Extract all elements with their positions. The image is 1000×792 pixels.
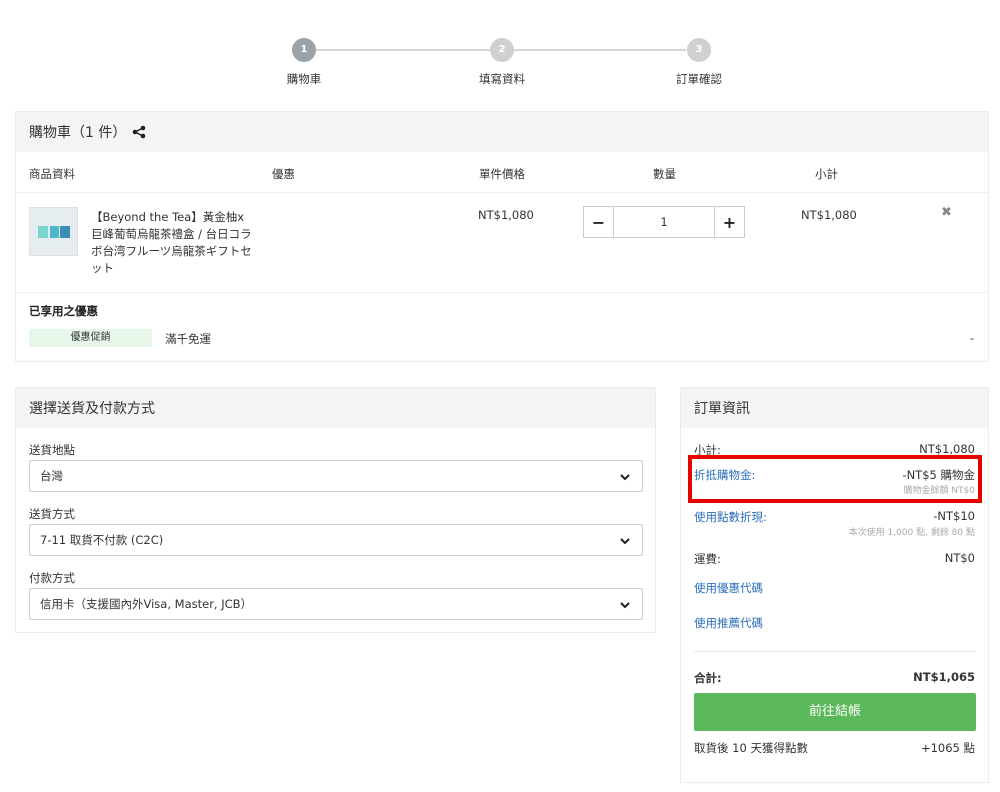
points-value: -NT$10 bbox=[933, 509, 975, 523]
cart-header: 購物車（1 件） bbox=[16, 112, 988, 152]
step-fill-info: 2 填寫資料 bbox=[452, 38, 552, 87]
delivery-location-value: 台灣 bbox=[40, 469, 63, 483]
coupon-code-link[interactable]: 使用優惠代碼 bbox=[694, 581, 763, 595]
checkout-button[interactable]: 前往結帳 bbox=[694, 693, 976, 731]
increase-quantity-button[interactable]: + bbox=[714, 207, 744, 237]
delivery-method-select[interactable]: 7-11 取貨不付款 (C2C) bbox=[29, 524, 643, 556]
delivery-method-value: 7-11 取貨不付款 (C2C) bbox=[40, 533, 164, 547]
col-product: 商品資料 bbox=[29, 167, 75, 181]
share-icon[interactable] bbox=[132, 125, 146, 139]
quantity-stepper: − 1 + bbox=[583, 206, 745, 238]
chevron-down-icon bbox=[620, 602, 630, 609]
item-subtotal: NT$1,080 bbox=[801, 208, 857, 222]
referral-code-link[interactable]: 使用推薦代碼 bbox=[694, 616, 763, 630]
step-number: 2 bbox=[490, 38, 514, 62]
col-price: 單件價格 bbox=[479, 167, 525, 181]
shipping-fee-row: 運費: NT$0 bbox=[694, 551, 975, 567]
order-summary-panel: 訂單資訊 小計: NT$1,080 折抵購物金: -NT$5 購物金 購物金餘額… bbox=[680, 387, 989, 783]
coupon-row: 使用優惠代碼 bbox=[694, 580, 975, 596]
total-value: NT$1,065 bbox=[913, 670, 975, 684]
step-label: 訂單確認 bbox=[676, 72, 722, 86]
earn-points-row: 取貨後 10 天獲得點數 +1065 點 bbox=[694, 740, 975, 756]
chevron-down-icon bbox=[620, 538, 630, 545]
earn-points-value: +1065 點 bbox=[920, 741, 975, 755]
divider bbox=[694, 651, 975, 652]
order-header: 訂單資訊 bbox=[681, 388, 988, 428]
points-note: 本次使用 1,000 點, 剩餘 80 點 bbox=[848, 528, 975, 538]
points-redeem-link[interactable]: 使用點數折現: bbox=[694, 510, 767, 524]
store-credit-link[interactable]: 折抵購物金: bbox=[694, 468, 755, 482]
store-credit-value: -NT$5 購物金 bbox=[902, 468, 975, 482]
payment-method-label: 付款方式 bbox=[29, 571, 75, 585]
promo-value: - bbox=[969, 331, 974, 345]
promo-name: 滿千免運 bbox=[165, 332, 211, 346]
subtotal-value: NT$1,080 bbox=[919, 442, 975, 456]
delivery-method-label: 送貨方式 bbox=[29, 507, 75, 521]
unit-price: NT$1,080 bbox=[478, 208, 534, 222]
cart-title: 購物車（1 件） bbox=[29, 125, 127, 141]
col-quantity: 數量 bbox=[653, 167, 676, 181]
shipping-title: 選擇送貨及付款方式 bbox=[29, 401, 155, 417]
total-label: 合計: bbox=[694, 671, 722, 685]
shipping-fee-value: NT$0 bbox=[944, 551, 975, 565]
quantity-input[interactable]: 1 bbox=[614, 207, 714, 237]
earn-points-label: 取貨後 10 天獲得點數 bbox=[694, 741, 808, 755]
applied-promotions-title: 已享用之優惠 bbox=[29, 304, 98, 318]
payment-method-select[interactable]: 信用卡（支援國內外Visa, Master, JCB） bbox=[29, 588, 643, 620]
decrease-quantity-button[interactable]: − bbox=[584, 207, 614, 237]
referral-row: 使用推薦代碼 bbox=[694, 615, 975, 631]
promo-badge: 優惠促銷 bbox=[29, 329, 152, 347]
delivery-location-select[interactable]: 台灣 bbox=[29, 460, 643, 492]
cart-column-headers: 商品資料 優惠 單件價格 數量 小計 bbox=[16, 152, 988, 193]
store-credit-row: 折抵購物金: -NT$5 購物金 購物金餘額 NT$0 bbox=[694, 467, 975, 497]
points-row: 使用點數折現: -NT$10 本次使用 1,000 點, 剩餘 80 點 bbox=[694, 509, 975, 539]
cart-item-row: 【Beyond the Tea】黃金柚x巨峰葡萄烏龍茶禮盒 / 台日コラボ台湾フ… bbox=[16, 193, 988, 293]
col-subtotal: 小計 bbox=[815, 167, 838, 181]
step-label: 購物車 bbox=[286, 72, 322, 86]
cart-panel: 購物車（1 件） 商品資料 優惠 單件價格 數量 小計 【Beyond the … bbox=[15, 111, 989, 362]
product-name[interactable]: 【Beyond the Tea】黃金柚x巨峰葡萄烏龍茶禮盒 / 台日コラボ台湾フ… bbox=[91, 209, 253, 277]
payment-method-value: 信用卡（支援國內外Visa, Master, JCB） bbox=[40, 597, 253, 611]
total-row: 合計: NT$1,065 bbox=[694, 670, 975, 686]
remove-item-icon[interactable]: ✖ bbox=[941, 205, 952, 220]
delivery-location-label: 送貨地點 bbox=[29, 443, 75, 457]
product-thumbnail[interactable] bbox=[29, 207, 78, 256]
chevron-down-icon bbox=[620, 474, 630, 481]
step-label: 填寫資料 bbox=[479, 72, 525, 86]
step-cart: 1 購物車 bbox=[254, 38, 354, 87]
order-title: 訂單資訊 bbox=[694, 401, 750, 417]
shipping-fee-label: 運費: bbox=[694, 552, 721, 566]
shipping-payment-panel: 選擇送貨及付款方式 送貨地點 台灣 送貨方式 7-11 取貨不付款 (C2C) … bbox=[15, 387, 656, 633]
step-confirm: 3 訂單確認 bbox=[649, 38, 749, 87]
step-number: 3 bbox=[687, 38, 711, 62]
step-number: 1 bbox=[292, 38, 316, 62]
shipping-header: 選擇送貨及付款方式 bbox=[16, 388, 655, 428]
checkout-stepper: 1 購物車 2 填寫資料 3 訂單確認 bbox=[0, 38, 1000, 98]
col-promo: 優惠 bbox=[272, 167, 295, 181]
store-credit-balance: 購物金餘額 NT$0 bbox=[903, 486, 975, 496]
